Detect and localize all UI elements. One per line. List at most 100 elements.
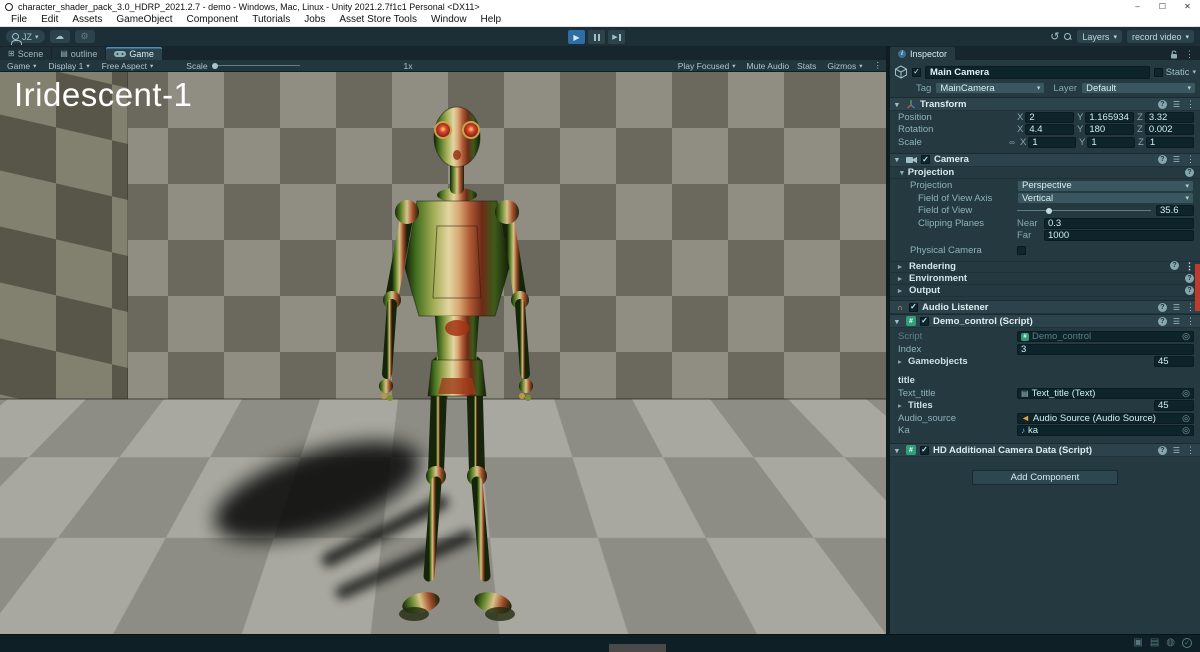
environment-foldout[interactable]: ▸ Environment ? <box>890 273 1200 285</box>
hd-camera-data-header[interactable]: ▾ # ✓ HD Additional Camera Data (Script)… <box>890 443 1200 457</box>
tab-outline[interactable]: ▤ outline <box>52 47 105 60</box>
progress-complete-icon[interactable]: ✓ <box>1182 638 1192 648</box>
lock-icon[interactable] <box>1170 50 1178 59</box>
camera-enabled-checkbox[interactable]: ✓ <box>921 155 930 164</box>
foldout-icon[interactable]: ▸ <box>898 357 905 366</box>
far-field[interactable]: 1000 <box>1044 230 1194 241</box>
kebab-icon[interactable]: ⋮ <box>1185 261 1194 272</box>
constrain-proportions-icon[interactable]: ∞ <box>1007 138 1017 147</box>
object-picker-icon[interactable]: ◎ <box>1182 425 1190 436</box>
services-button[interactable]: ⚙ <box>75 30 95 43</box>
fov-value-field[interactable]: 35.6 <box>1156 205 1194 216</box>
rendering-foldout[interactable]: ▸ Rendering ?⋮ <box>890 261 1200 273</box>
rotation-x-field[interactable]: 4.4 <box>1025 124 1074 135</box>
physical-camera-checkbox[interactable] <box>1017 246 1026 255</box>
transform-header[interactable]: ▾ Transform ? ☰ ⋮ <box>890 97 1200 111</box>
menu-jobs[interactable]: Jobs <box>297 14 332 25</box>
object-picker-icon[interactable]: ◎ <box>1182 331 1190 342</box>
help-icon[interactable]: ? <box>1158 317 1167 326</box>
help-icon[interactable]: ? <box>1158 446 1167 455</box>
gameobject-name-field[interactable]: Main Camera <box>925 66 1150 79</box>
foldout-icon[interactable]: ▾ <box>895 100 902 109</box>
layers-dropdown[interactable]: Layers ▾ <box>1077 30 1122 43</box>
ka-object-field[interactable]: ♪ ka ◎ <box>1017 425 1194 436</box>
next-shader-button[interactable]: › <box>855 595 864 621</box>
audio-listener-checkbox[interactable]: ✓ <box>909 303 918 312</box>
hd-camera-data-checkbox[interactable]: ✓ <box>920 446 929 455</box>
menu-file[interactable]: File <box>4 14 34 25</box>
close-button[interactable]: ✕ <box>1175 0 1200 13</box>
scale-slider-knob[interactable] <box>212 63 218 69</box>
fov-slider[interactable] <box>1017 210 1151 211</box>
menu-asset-store-tools[interactable]: Asset Store Tools <box>332 14 424 25</box>
kebab-icon[interactable]: ⋮ <box>1186 154 1195 165</box>
kebab-icon[interactable]: ⋮ <box>1186 316 1195 327</box>
account-dropdown[interactable]: JZ ▾ <box>6 30 45 43</box>
prev-shader-button[interactable]: ‹ <box>836 595 845 621</box>
kebab-icon[interactable]: ⋮ <box>1186 302 1195 313</box>
layer-dropdown[interactable]: Default ▾ <box>1081 82 1196 94</box>
text-title-object-field[interactable]: ▤ Text_title (Text) ◎ <box>1017 388 1194 399</box>
script-object-field[interactable]: # Demo_control ◎ <box>1017 331 1194 342</box>
static-control[interactable]: Static ▾ <box>1154 67 1196 78</box>
rotation-z-field[interactable]: 0.002 <box>1145 124 1194 135</box>
titles-count-field[interactable]: 45 <box>1154 400 1194 411</box>
help-icon[interactable]: ? <box>1158 100 1167 109</box>
demo-control-header[interactable]: ▾ # ✓ Demo_control (Script) ? ☰ ⋮ <box>890 314 1200 328</box>
game-view-dropdown[interactable]: Game ▾ <box>4 61 39 71</box>
help-icon[interactable]: ? <box>1158 303 1167 312</box>
index-field[interactable]: 3 <box>1017 344 1194 355</box>
stats-toggle[interactable]: Stats <box>797 61 816 71</box>
help-icon[interactable]: ? <box>1185 274 1194 283</box>
maximize-button[interactable]: ☐ <box>1150 0 1175 13</box>
play-button[interactable]: ▶ <box>568 30 585 44</box>
foldout-icon[interactable]: ▾ <box>895 155 902 164</box>
inspector-kebab-icon[interactable]: ⋮ <box>1185 49 1194 60</box>
foldout-icon[interactable]: ▾ <box>895 446 902 455</box>
audio-source-object-field[interactable]: ◄ Audio Source (Audio Source) ◎ <box>1017 413 1194 424</box>
network-activity-icon[interactable]: ◍ <box>1166 637 1175 648</box>
add-component-button[interactable]: Add Component <box>972 470 1118 485</box>
rotation-y-field[interactable]: 180 <box>1085 124 1134 135</box>
scale-slider[interactable] <box>212 65 300 66</box>
menu-window[interactable]: Window <box>424 14 474 25</box>
scale-x-field[interactable]: 1 <box>1028 137 1076 148</box>
object-picker-icon[interactable]: ◎ <box>1182 388 1190 399</box>
scale-z-field[interactable]: 1 <box>1146 137 1194 148</box>
aspect-dropdown[interactable]: Free Aspect ▾ <box>99 61 157 71</box>
menu-edit[interactable]: Edit <box>34 14 65 25</box>
position-x-field[interactable]: 2 <box>1025 112 1074 123</box>
game-toolbar-kebab-icon[interactable]: ⋮ <box>874 60 883 71</box>
menu-gameobject[interactable]: GameObject <box>109 14 179 25</box>
help-icon[interactable]: ? <box>1185 286 1194 295</box>
play-focused-dropdown[interactable]: Play Focused ▾ <box>675 61 739 71</box>
active-checkbox[interactable]: ✓ <box>912 68 921 77</box>
kebab-icon[interactable]: ⋮ <box>1186 445 1195 456</box>
gameobjects-count-field[interactable]: 45 <box>1154 356 1194 367</box>
audio-listener-header[interactable]: ∩ ✓ Audio Listener ? ☰ ⋮ <box>890 300 1200 314</box>
help-icon[interactable]: ? <box>1170 261 1179 270</box>
display-dropdown[interactable]: Display 1 ▾ <box>45 61 92 71</box>
kebab-icon[interactable]: ⋮ <box>1186 99 1195 110</box>
tag-dropdown[interactable]: MainCamera ▾ <box>935 82 1045 94</box>
package-manager-icon[interactable]: ▤ <box>1150 637 1159 648</box>
projection-dropdown[interactable]: Perspective ▾ <box>1017 180 1194 192</box>
mute-audio-toggle[interactable]: Mute Audio <box>747 61 790 71</box>
preset-icon[interactable]: ☰ <box>1173 155 1180 164</box>
preset-icon[interactable]: ☰ <box>1173 303 1180 312</box>
position-y-field[interactable]: 1.165934 <box>1085 112 1134 123</box>
position-z-field[interactable]: 3.32 <box>1145 112 1194 123</box>
pause-button[interactable] <box>588 30 605 44</box>
step-button[interactable]: ▶ <box>608 30 625 44</box>
static-checkbox[interactable] <box>1154 68 1163 77</box>
help-icon[interactable]: ? <box>1158 155 1167 164</box>
menu-component[interactable]: Component <box>180 14 246 25</box>
tab-game[interactable]: Game <box>106 47 162 60</box>
foldout-icon[interactable]: ▸ <box>898 401 905 410</box>
layout-dropdown[interactable]: record video ▾ <box>1127 30 1194 43</box>
game-viewport[interactable]: Iridescent-1 ‹ › <box>0 72 886 634</box>
search-icon[interactable] <box>1064 33 1072 41</box>
menu-tutorials[interactable]: Tutorials <box>245 14 297 25</box>
menu-help[interactable]: Help <box>474 14 509 25</box>
tab-scene[interactable]: ⊞ Scene <box>0 47 51 60</box>
